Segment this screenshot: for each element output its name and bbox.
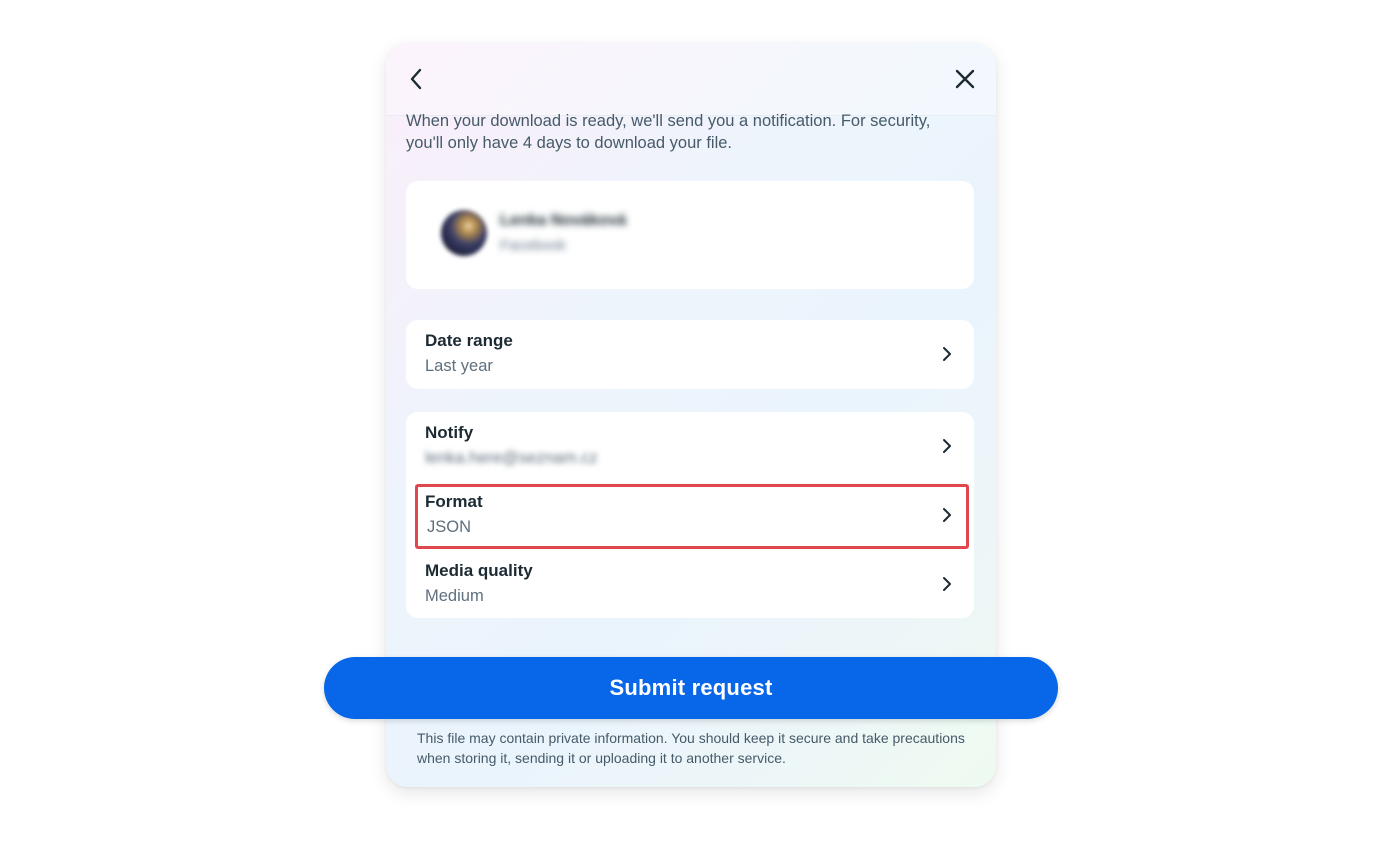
close-icon (955, 69, 975, 89)
date-range-row[interactable]: Date range Last year (406, 320, 974, 389)
back-button[interactable] (396, 59, 436, 99)
notify-row[interactable]: Notify lenka.here@seznam.cz (406, 412, 974, 481)
privacy-disclaimer: This file may contain private informatio… (417, 730, 965, 766)
media-quality-row[interactable]: Media quality Medium (406, 550, 974, 619)
date-range-card: Date range Last year (406, 320, 974, 389)
chevron-right-icon (943, 347, 951, 361)
dialog-header (386, 43, 996, 116)
chevron-right-icon (943, 439, 951, 453)
notify-value: lenka.here@seznam.cz (425, 449, 598, 467)
date-range-value: Last year (425, 357, 493, 375)
date-range-title: Date range (425, 331, 513, 350)
format-title: Format (425, 492, 483, 511)
account-platform: Facebook (500, 237, 566, 254)
chevron-left-icon (410, 68, 422, 90)
media-quality-value: Medium (425, 587, 484, 605)
page: When your download is ready, we'll send … (0, 0, 1392, 864)
submit-request-button[interactable]: Submit request (324, 657, 1058, 719)
close-button[interactable] (945, 59, 985, 99)
format-value: JSON (427, 518, 472, 536)
avatar (441, 210, 487, 256)
chevron-right-icon (943, 508, 951, 522)
format-row[interactable]: Format JSON (406, 481, 974, 550)
intro-text: When your download is ready, we'll send … (406, 112, 931, 152)
account-card: Lenka Nováková Facebook (406, 181, 974, 289)
chevron-right-icon (943, 577, 951, 591)
account-name: Lenka Nováková (500, 212, 627, 229)
settings-card: Notify lenka.here@seznam.cz Format JSON … (406, 412, 974, 618)
notify-title: Notify (425, 423, 474, 442)
media-quality-title: Media quality (425, 561, 533, 580)
